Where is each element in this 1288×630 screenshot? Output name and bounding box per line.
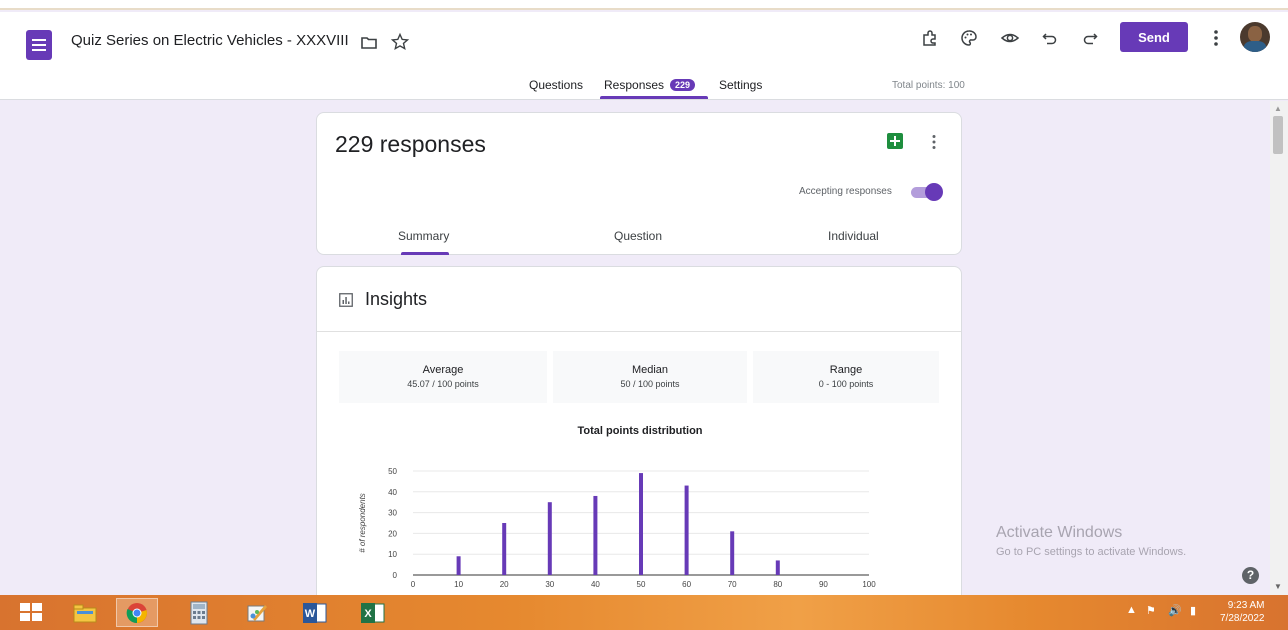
- insights-divider: [317, 331, 961, 332]
- tab-responses[interactable]: Responses 229: [604, 78, 696, 92]
- x-tick-label-2: 20: [500, 580, 509, 589]
- paint-icon[interactable]: [236, 598, 278, 627]
- y-tick-label-4: 40: [388, 488, 397, 497]
- x-tick-label-9: 90: [819, 580, 828, 589]
- scrollbar-thumb[interactable]: [1273, 116, 1283, 154]
- tab-questions[interactable]: Questions: [529, 78, 583, 92]
- insights-card: Insights Average 45.07 / 100 points Medi…: [316, 266, 962, 606]
- responses-count-title: 229 responses: [335, 131, 486, 157]
- bar-30: [547, 502, 552, 575]
- tray-show-hidden-icon[interactable]: ▲: [1126, 604, 1137, 616]
- activate-windows-watermark: Activate Windows Go to PC settings to ac…: [996, 524, 1186, 558]
- scroll-up-arrow-icon[interactable]: ▲: [1274, 104, 1282, 113]
- svg-text:X: X: [364, 608, 372, 620]
- forms-logo-icon[interactable]: [26, 30, 52, 60]
- tray-network-icon[interactable]: ▮: [1190, 604, 1196, 617]
- tab-settings[interactable]: Settings: [719, 78, 762, 92]
- stat-median: Median 50 / 100 points: [553, 351, 747, 403]
- calculator-icon[interactable]: [178, 598, 220, 627]
- excel-icon[interactable]: X: [352, 598, 394, 627]
- chart-title: Total points distribution: [577, 425, 703, 437]
- bar-40: [593, 495, 598, 575]
- y-tick-label-3: 30: [388, 509, 397, 518]
- x-tick-label-3: 30: [545, 580, 554, 589]
- file-explorer-icon[interactable]: [64, 598, 106, 627]
- more-vert-icon[interactable]: [929, 133, 939, 151]
- folder-icon[interactable]: [360, 34, 378, 52]
- addon-icon[interactable]: [918, 26, 942, 50]
- taskbar-clock[interactable]: 9:23 AM 7/28/2022: [1220, 599, 1265, 625]
- responses-count-badge: 229: [670, 79, 696, 91]
- bar-80: [775, 560, 780, 575]
- stat-range: Range 0 - 100 points: [753, 351, 939, 403]
- stat-median-label: Median: [631, 364, 669, 376]
- preview-eye-icon[interactable]: [998, 26, 1022, 50]
- redo-icon[interactable]: [1078, 26, 1102, 50]
- form-tabs: Questions Responses 229 Settings Total po…: [0, 76, 1288, 100]
- x-tick-label-4: 40: [591, 580, 600, 589]
- tray-action-center-icon[interactable]: ⚑: [1146, 604, 1156, 617]
- stat-median-value: 50 / 100 points: [620, 379, 680, 389]
- windows-taskbar: W X ▲ ⚑ 🔊 ▮ 9:23 AM 7/28/2022: [0, 595, 1288, 630]
- form-title[interactable]: Quiz Series on Electric Vehicles - XXXVI…: [71, 32, 349, 49]
- y-axis-label: # of respondents: [358, 493, 367, 553]
- active-tab-indicator: [600, 96, 708, 99]
- windows-start-icon[interactable]: [20, 603, 42, 621]
- bar-60: [684, 485, 689, 575]
- tray-volume-icon[interactable]: 🔊: [1168, 604, 1182, 617]
- active-subtab-indicator: [401, 252, 449, 255]
- svg-text:W: W: [305, 608, 316, 620]
- subtab-question[interactable]: Question: [614, 229, 662, 243]
- x-tick-label-8: 80: [773, 580, 782, 589]
- palette-icon[interactable]: [957, 26, 981, 50]
- x-tick-label-1: 10: [454, 580, 463, 589]
- y-tick-label-0: 0: [393, 571, 398, 580]
- x-tick-label-0: 0: [411, 580, 416, 589]
- responses-summary-card: 229 responses Accepting responses Summar…: [316, 112, 962, 255]
- scroll-down-arrow-icon[interactable]: ▼: [1274, 582, 1282, 591]
- tab-responses-label: Responses: [604, 78, 665, 92]
- activate-windows-title: Activate Windows: [996, 524, 1123, 541]
- bar-70: [730, 531, 735, 575]
- accepting-responses-toggle[interactable]: [911, 183, 943, 201]
- insights-chart-icon: [339, 293, 353, 307]
- stat-range-value: 0 - 100 points: [818, 379, 874, 389]
- stat-average: Average 45.07 / 100 points: [339, 351, 547, 403]
- subtab-individual[interactable]: Individual: [828, 229, 879, 243]
- google-sheets-icon[interactable]: [887, 133, 903, 149]
- undo-icon[interactable]: [1038, 26, 1062, 50]
- x-tick-label-7: 70: [728, 580, 737, 589]
- bar-10: [456, 556, 461, 575]
- bar-20: [502, 523, 507, 575]
- total-points-label: Total points: 100: [892, 80, 965, 91]
- avatar[interactable]: [1240, 22, 1270, 52]
- app-header: Quiz Series on Electric Vehicles - XXXVI…: [0, 12, 1288, 100]
- stat-range-label: Range: [829, 364, 863, 376]
- help-icon[interactable]: ?: [1242, 567, 1259, 584]
- x-tick-label-6: 60: [682, 580, 691, 589]
- clock-time: 9:23 AM: [1227, 600, 1265, 611]
- page-scrollbar[interactable]: [1270, 101, 1288, 595]
- clock-date: 7/28/2022: [1220, 613, 1265, 624]
- insights-title: Insights: [365, 289, 428, 309]
- x-tick-label-10: 100: [862, 580, 876, 589]
- more-vert-icon[interactable]: [1208, 26, 1224, 50]
- y-tick-label-5: 50: [388, 467, 397, 476]
- top-border-strip: [0, 0, 1288, 10]
- y-tick-label-2: 20: [388, 529, 397, 538]
- send-button[interactable]: Send: [1120, 22, 1188, 52]
- x-tick-label-5: 50: [637, 580, 646, 589]
- star-icon[interactable]: [390, 32, 410, 52]
- activate-windows-subtitle: Go to PC settings to activate Windows.: [996, 546, 1187, 558]
- points-distribution-chart: 0 10 20 30 40 50 0 10 20 30 40 50 60 70 80 90 100 # of re…: [358, 467, 876, 589]
- subtab-summary[interactable]: Summary: [398, 229, 449, 243]
- chrome-icon[interactable]: [116, 598, 158, 627]
- bar-50: [639, 473, 643, 575]
- stat-average-value: 45.07 / 100 points: [407, 379, 479, 389]
- word-icon[interactable]: W: [294, 598, 336, 627]
- y-tick-label-1: 10: [388, 550, 397, 559]
- stat-average-label: Average: [422, 364, 464, 376]
- accepting-responses-label: Accepting responses: [799, 186, 892, 197]
